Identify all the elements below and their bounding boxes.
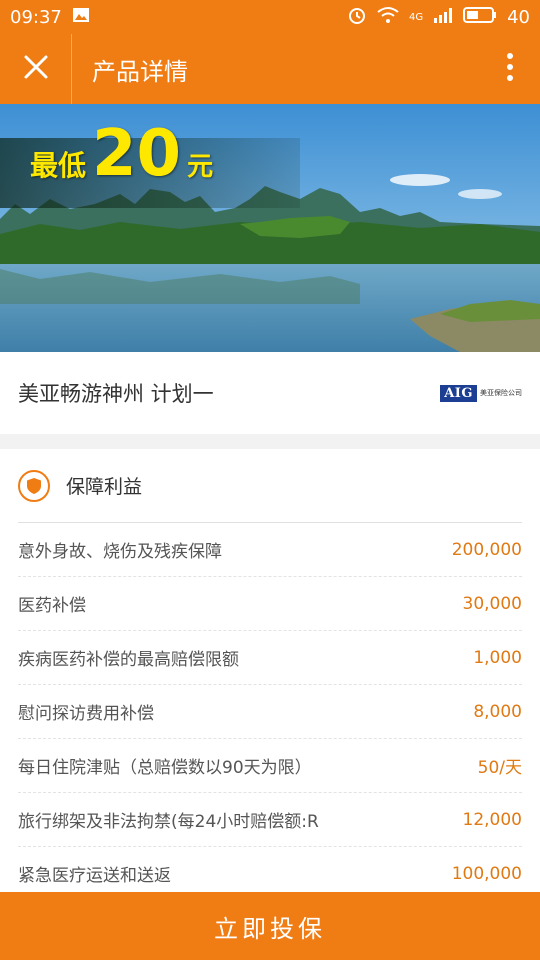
status-time: 09:37 [10, 6, 62, 28]
aig-logo-text: AIG [440, 384, 477, 402]
price-unit: 元 [187, 152, 214, 182]
benefit-value: 100,000 [451, 863, 522, 884]
benefit-label: 医药补偿 [18, 596, 86, 616]
product-info: 美亚畅游神州 计划一 AIG 美亚保险公司 [0, 352, 540, 434]
more-vertical-icon [506, 52, 514, 86]
gallery-notification-icon [72, 7, 90, 28]
insurer-logo: AIG 美亚保险公司 [440, 384, 522, 402]
product-name: 美亚畅游神州 计划一 [18, 382, 214, 406]
close-button[interactable] [0, 34, 72, 104]
benefit-label: 旅行绑架及非法拘禁(每24小时赔偿额:R [18, 812, 319, 832]
benefit-row: 每日住院津贴（总赔偿数以90天为限） 50/天 [18, 739, 522, 793]
page-title: 产品详情 [92, 57, 188, 86]
insurer-cn-name: 美亚保险公司 [480, 389, 522, 397]
benefit-value: 50/天 [477, 758, 522, 778]
benefit-label: 慰问探访费用补偿 [18, 704, 154, 724]
benefit-label: 紧急医疗运送和送返 [18, 866, 171, 886]
wifi-icon [377, 6, 399, 29]
benefit-value: 200,000 [451, 539, 522, 560]
benefit-row: 医药补偿 30,000 [18, 577, 522, 631]
benefit-row: 旅行绑架及非法拘禁(每24小时赔偿额:R 12,000 [18, 793, 522, 847]
benefit-row: 疾病医药补偿的最高赔偿限额 1,000 [18, 631, 522, 685]
buy-now-button[interactable]: 立即投保 [0, 892, 540, 960]
benefit-value: 30,000 [462, 593, 522, 614]
benefit-value: 12,000 [462, 809, 522, 830]
alarm-icon [347, 5, 367, 30]
benefit-label: 每日住院津贴（总赔偿数以90天为限） [18, 758, 312, 778]
signal-icon [433, 7, 453, 28]
close-icon [23, 54, 49, 84]
benefits-title: 保障利益 [66, 476, 143, 498]
title-bar: 产品详情 [0, 34, 540, 104]
benefits-header: 保障利益 [18, 449, 522, 523]
benefit-row: 慰问探访费用补偿 8,000 [18, 685, 522, 739]
battery-icon [463, 6, 497, 29]
benefit-row: 意外身故、烧伤及残疾保障 200,000 [18, 523, 522, 577]
price-prefix: 最低 [30, 149, 87, 182]
network-type: 4G [408, 11, 424, 23]
shield-icon [18, 469, 50, 502]
battery-level: 40 [507, 6, 530, 28]
benefit-value: 1,000 [473, 647, 522, 668]
price-value: 20 [92, 117, 182, 191]
benefit-label: 意外身故、烧伤及残疾保障 [18, 542, 222, 562]
benefit-label: 疾病医药补偿的最高赔偿限额 [18, 650, 239, 670]
benefits-section: 保障利益 意外身故、烧伤及残疾保障 200,000 医药补偿 30,000 疾病… [0, 449, 540, 901]
benefit-value: 8,000 [473, 701, 522, 722]
price-label: 最低 20 元 [30, 122, 213, 186]
status-bar: 09:37 4G 40 [0, 0, 540, 34]
more-options-button[interactable] [480, 34, 540, 104]
